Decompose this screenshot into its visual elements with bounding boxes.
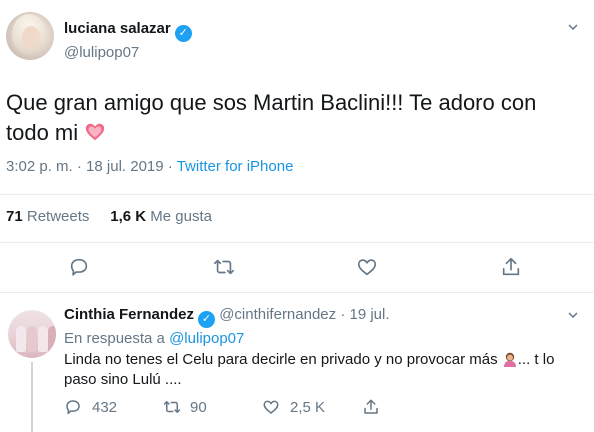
verified-badge-icon: ✓: [174, 25, 192, 42]
tweet-meta: 3:02 p. m. · 18 jul. 2019 · Twitter for …: [6, 158, 293, 175]
likes-stat[interactable]: 1,6 K Me gusta: [110, 208, 212, 225]
reply-icon[interactable]: [68, 256, 90, 278]
author-name[interactable]: luciana salazar ✓: [64, 20, 192, 42]
like-count: 2,5 K: [290, 399, 326, 416]
likes-count: 1,6 K: [110, 208, 147, 225]
chevron-down-icon[interactable]: [568, 310, 578, 320]
reply-count: 432: [92, 399, 118, 416]
reply-header: Cinthia Fernandez ✓ @cinthifernandez · 19…: [64, 306, 390, 328]
heart-emoji-icon: [86, 123, 105, 141]
like-icon[interactable]: [356, 256, 378, 278]
separator-dot: ·: [340, 306, 346, 323]
author-name-text[interactable]: luciana salazar: [64, 20, 171, 37]
author-handle[interactable]: @lulipop07: [64, 44, 139, 61]
divider: [0, 194, 594, 195]
reply-text: Linda no tenes el Celu para decirle en p…: [64, 350, 564, 390]
share-icon[interactable]: [500, 256, 522, 278]
reply-author-handle[interactable]: @cinthifernandez: [219, 306, 336, 323]
divider: [0, 292, 594, 293]
like-icon[interactable]: [262, 398, 280, 416]
retweets-label: Retweets: [26, 208, 90, 225]
tweet-stats: 71 Retweets 1,6 K Me gusta: [6, 208, 212, 225]
thread-line: [31, 362, 33, 432]
chevron-down-icon[interactable]: [568, 22, 578, 32]
reply-icon[interactable]: [64, 398, 82, 416]
separator-dot: ·: [167, 158, 173, 175]
reply-author-avatar[interactable]: [8, 310, 56, 358]
reply-date[interactable]: 19 jul.: [350, 306, 390, 323]
person-emoji-icon: [503, 352, 516, 367]
tweet-date[interactable]: 18 jul. 2019: [86, 158, 164, 175]
in-reply-to: En respuesta a @lulipop07: [64, 330, 244, 347]
tweet-text: Que gran amigo que sos Martin Baclini!!!…: [6, 88, 576, 148]
retweet-icon[interactable]: [162, 398, 182, 416]
verified-badge-icon: ✓: [198, 311, 216, 328]
separator-dot: ·: [76, 158, 82, 175]
reply-text-part1: Linda no tenes el Celu para decirle en p…: [64, 351, 498, 368]
tweet-time[interactable]: 3:02 p. m.: [6, 158, 73, 175]
in-reply-handle-link[interactable]: @lulipop07: [169, 330, 244, 347]
retweet-icon[interactable]: [212, 256, 236, 278]
in-reply-prefix: En respuesta a: [64, 330, 165, 347]
likes-label: Me gusta: [150, 208, 212, 225]
retweets-count: 71: [6, 208, 23, 225]
author-avatar[interactable]: [6, 12, 54, 60]
retweet-count: 90: [190, 399, 207, 416]
retweets-stat[interactable]: 71 Retweets: [6, 208, 89, 225]
tweet-source[interactable]: Twitter for iPhone: [177, 158, 294, 175]
reply-author-name[interactable]: Cinthia Fernandez: [64, 306, 194, 323]
divider: [0, 242, 594, 243]
share-icon[interactable]: [362, 398, 380, 416]
